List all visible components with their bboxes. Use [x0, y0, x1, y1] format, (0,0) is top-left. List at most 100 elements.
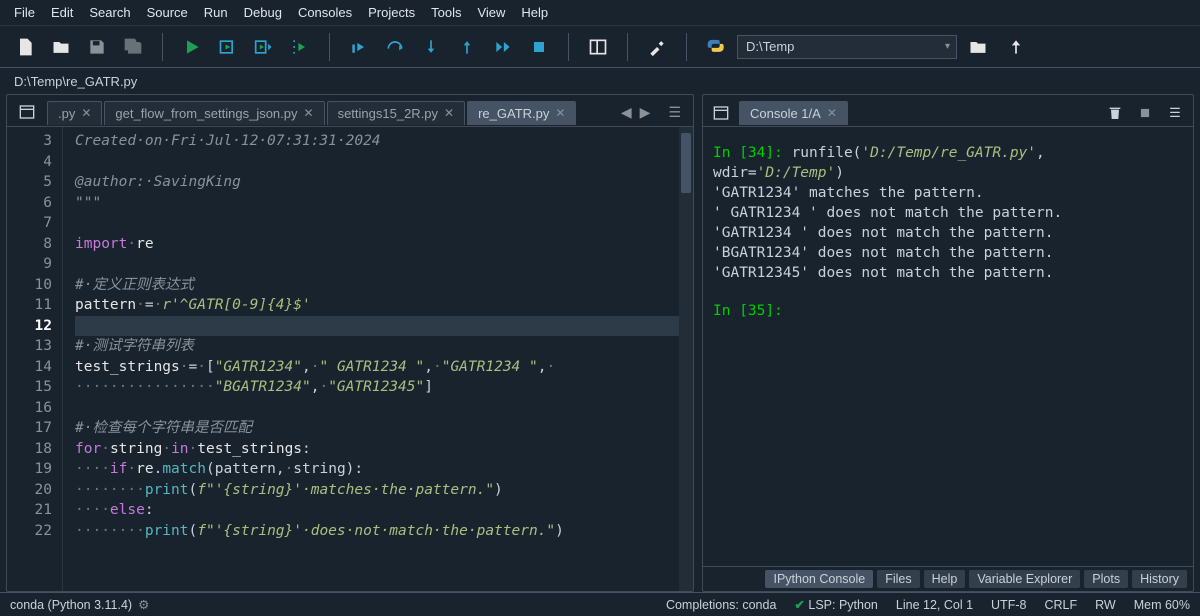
- close-icon[interactable]: ✕: [81, 106, 91, 120]
- code-line[interactable]: #·定义正则表达式: [75, 275, 693, 296]
- tab-label: re_GATR.py: [478, 106, 549, 121]
- editor-tab[interactable]: .py ✕: [47, 101, 102, 125]
- status-mem: Mem 60%: [1134, 598, 1190, 612]
- menu-view[interactable]: View: [469, 3, 513, 22]
- step-over-button[interactable]: [378, 32, 412, 62]
- debug-button[interactable]: [342, 32, 376, 62]
- new-file-button[interactable]: [8, 32, 42, 62]
- run-cell-button[interactable]: [211, 32, 245, 62]
- preferences-button[interactable]: [640, 32, 674, 62]
- browse-dir-button[interactable]: [961, 32, 995, 62]
- status-eol: CRLF: [1044, 598, 1077, 612]
- pane-tab-files[interactable]: Files: [877, 570, 919, 588]
- working-dir-select[interactable]: D:\Temp: [737, 35, 957, 59]
- line-number-gutter: 345678910111213141516171819202122: [7, 127, 63, 591]
- editor-scrollbar[interactable]: [679, 127, 693, 591]
- pane-tab-ipython-console[interactable]: IPython Console: [765, 570, 873, 588]
- lsp-check-icon: ✔: [794, 598, 804, 612]
- status-encoding: UTF-8: [991, 598, 1026, 612]
- stop-button[interactable]: [522, 32, 556, 62]
- code-line[interactable]: ····else:: [75, 500, 693, 521]
- editor-pane: .py✕get_flow_from_settings_json.py✕setti…: [6, 94, 694, 592]
- pane-tab-variable-explorer[interactable]: Variable Explorer: [969, 570, 1080, 588]
- menu-projects[interactable]: Projects: [360, 3, 423, 22]
- status-rw: RW: [1095, 598, 1116, 612]
- pane-tab-plots[interactable]: Plots: [1084, 570, 1128, 588]
- status-lsp[interactable]: LSP: Python: [808, 598, 878, 612]
- main-toolbar: D:\Temp: [0, 26, 1200, 68]
- close-icon[interactable]: ✕: [444, 106, 454, 120]
- code-line[interactable]: [75, 254, 693, 275]
- code-line[interactable]: pattern·=·r'^GATR[0-9]{4}$': [75, 295, 693, 316]
- tab-menu-icon[interactable]: ☰: [668, 104, 681, 121]
- code-line[interactable]: test_strings·=·["GATR1234",·" GATR1234 "…: [75, 357, 693, 378]
- code-line[interactable]: ········print(f"'{string}'·does·not·matc…: [75, 521, 693, 542]
- menu-help[interactable]: Help: [513, 3, 556, 22]
- close-icon[interactable]: ✕: [827, 106, 837, 120]
- code-line[interactable]: import·re: [75, 234, 693, 255]
- status-completions[interactable]: Completions: conda: [666, 598, 776, 612]
- editor-tab[interactable]: get_flow_from_settings_json.py ✕: [104, 101, 324, 125]
- continue-button[interactable]: [486, 32, 520, 62]
- console-output[interactable]: In [34]: runfile('D:/Temp/re_GATR.py',wd…: [703, 127, 1193, 566]
- menu-source[interactable]: Source: [139, 3, 196, 22]
- run-button[interactable]: [175, 32, 209, 62]
- code-editor[interactable]: 345678910111213141516171819202122 Create…: [7, 127, 693, 591]
- code-line[interactable]: @author:·SavingKing: [75, 172, 693, 193]
- interrupt-icon[interactable]: [1133, 102, 1157, 124]
- code-line[interactable]: #·检查每个字符串是否匹配: [75, 418, 693, 439]
- code-line[interactable]: for·string·in·test_strings:: [75, 439, 693, 460]
- parent-dir-button[interactable]: [999, 32, 1033, 62]
- tab-label: .py: [58, 106, 75, 121]
- console-tab[interactable]: Console 1/A✕: [739, 101, 848, 125]
- open-folder-button[interactable]: [44, 32, 78, 62]
- close-icon[interactable]: ✕: [304, 106, 314, 120]
- tab-prev-icon[interactable]: ◀: [621, 104, 632, 121]
- layout-button[interactable]: [581, 32, 615, 62]
- tab-label: settings15_2R.py: [338, 106, 438, 121]
- current-file-path: D:\Temp\re_GATR.py: [0, 68, 1200, 94]
- save-all-button[interactable]: [116, 32, 150, 62]
- code-line[interactable]: #·测试字符串列表: [75, 336, 693, 357]
- code-line[interactable]: [75, 316, 693, 337]
- status-position: Line 12, Col 1: [896, 598, 973, 612]
- editor-tab[interactable]: settings15_2R.py ✕: [327, 101, 466, 125]
- close-icon[interactable]: ✕: [555, 106, 565, 120]
- python-path-button[interactable]: [699, 32, 733, 62]
- code-line[interactable]: """: [75, 193, 693, 214]
- tab-next-icon[interactable]: ▶: [640, 104, 651, 121]
- status-env[interactable]: conda (Python 3.11.4): [10, 598, 132, 612]
- editor-tab[interactable]: re_GATR.py ✕: [467, 101, 576, 125]
- delete-icon[interactable]: [1103, 102, 1127, 124]
- menu-tools[interactable]: Tools: [423, 3, 469, 22]
- menu-consoles[interactable]: Consoles: [290, 3, 360, 22]
- step-into-button[interactable]: [414, 32, 448, 62]
- code-line[interactable]: [75, 398, 693, 419]
- run-selection-button[interactable]: [283, 32, 317, 62]
- step-out-button[interactable]: [450, 32, 484, 62]
- menu-debug[interactable]: Debug: [236, 3, 290, 22]
- pane-tab-help[interactable]: Help: [924, 570, 966, 588]
- env-settings-icon[interactable]: ⚙: [138, 597, 149, 612]
- pane-tab-history[interactable]: History: [1132, 570, 1187, 588]
- console-pane: Console 1/A✕ ☰ In [34]: runfile('D:/Temp…: [702, 94, 1194, 592]
- menu-search[interactable]: Search: [81, 3, 138, 22]
- editor-tabrow: .py✕get_flow_from_settings_json.py✕setti…: [7, 95, 693, 127]
- code-line[interactable]: ········print(f"'{string}'·matches·the·p…: [75, 480, 693, 501]
- menu-run[interactable]: Run: [196, 3, 236, 22]
- menu-file[interactable]: File: [6, 3, 43, 22]
- save-button[interactable]: [80, 32, 114, 62]
- code-line[interactable]: Created·on·Fri·Jul·12·07:31:31·2024: [75, 131, 693, 152]
- code-line[interactable]: [75, 152, 693, 173]
- pane-tabs: IPython ConsoleFiles HelpVariable Explore…: [703, 566, 1193, 591]
- console-options-icon[interactable]: ☰: [1163, 102, 1187, 124]
- code-line[interactable]: ················"BGATR1234",·"GATR12345"…: [75, 377, 693, 398]
- pane-menu-icon[interactable]: [15, 101, 39, 123]
- statusbar: conda (Python 3.11.4) ⚙ Completions: con…: [0, 592, 1200, 616]
- code-line[interactable]: ····if·re.match(pattern,·string):: [75, 459, 693, 480]
- run-cell-advance-button[interactable]: [247, 32, 281, 62]
- tab-label: get_flow_from_settings_json.py: [115, 106, 297, 121]
- console-pane-menu-icon[interactable]: [709, 102, 733, 124]
- code-line[interactable]: [75, 213, 693, 234]
- menu-edit[interactable]: Edit: [43, 3, 81, 22]
